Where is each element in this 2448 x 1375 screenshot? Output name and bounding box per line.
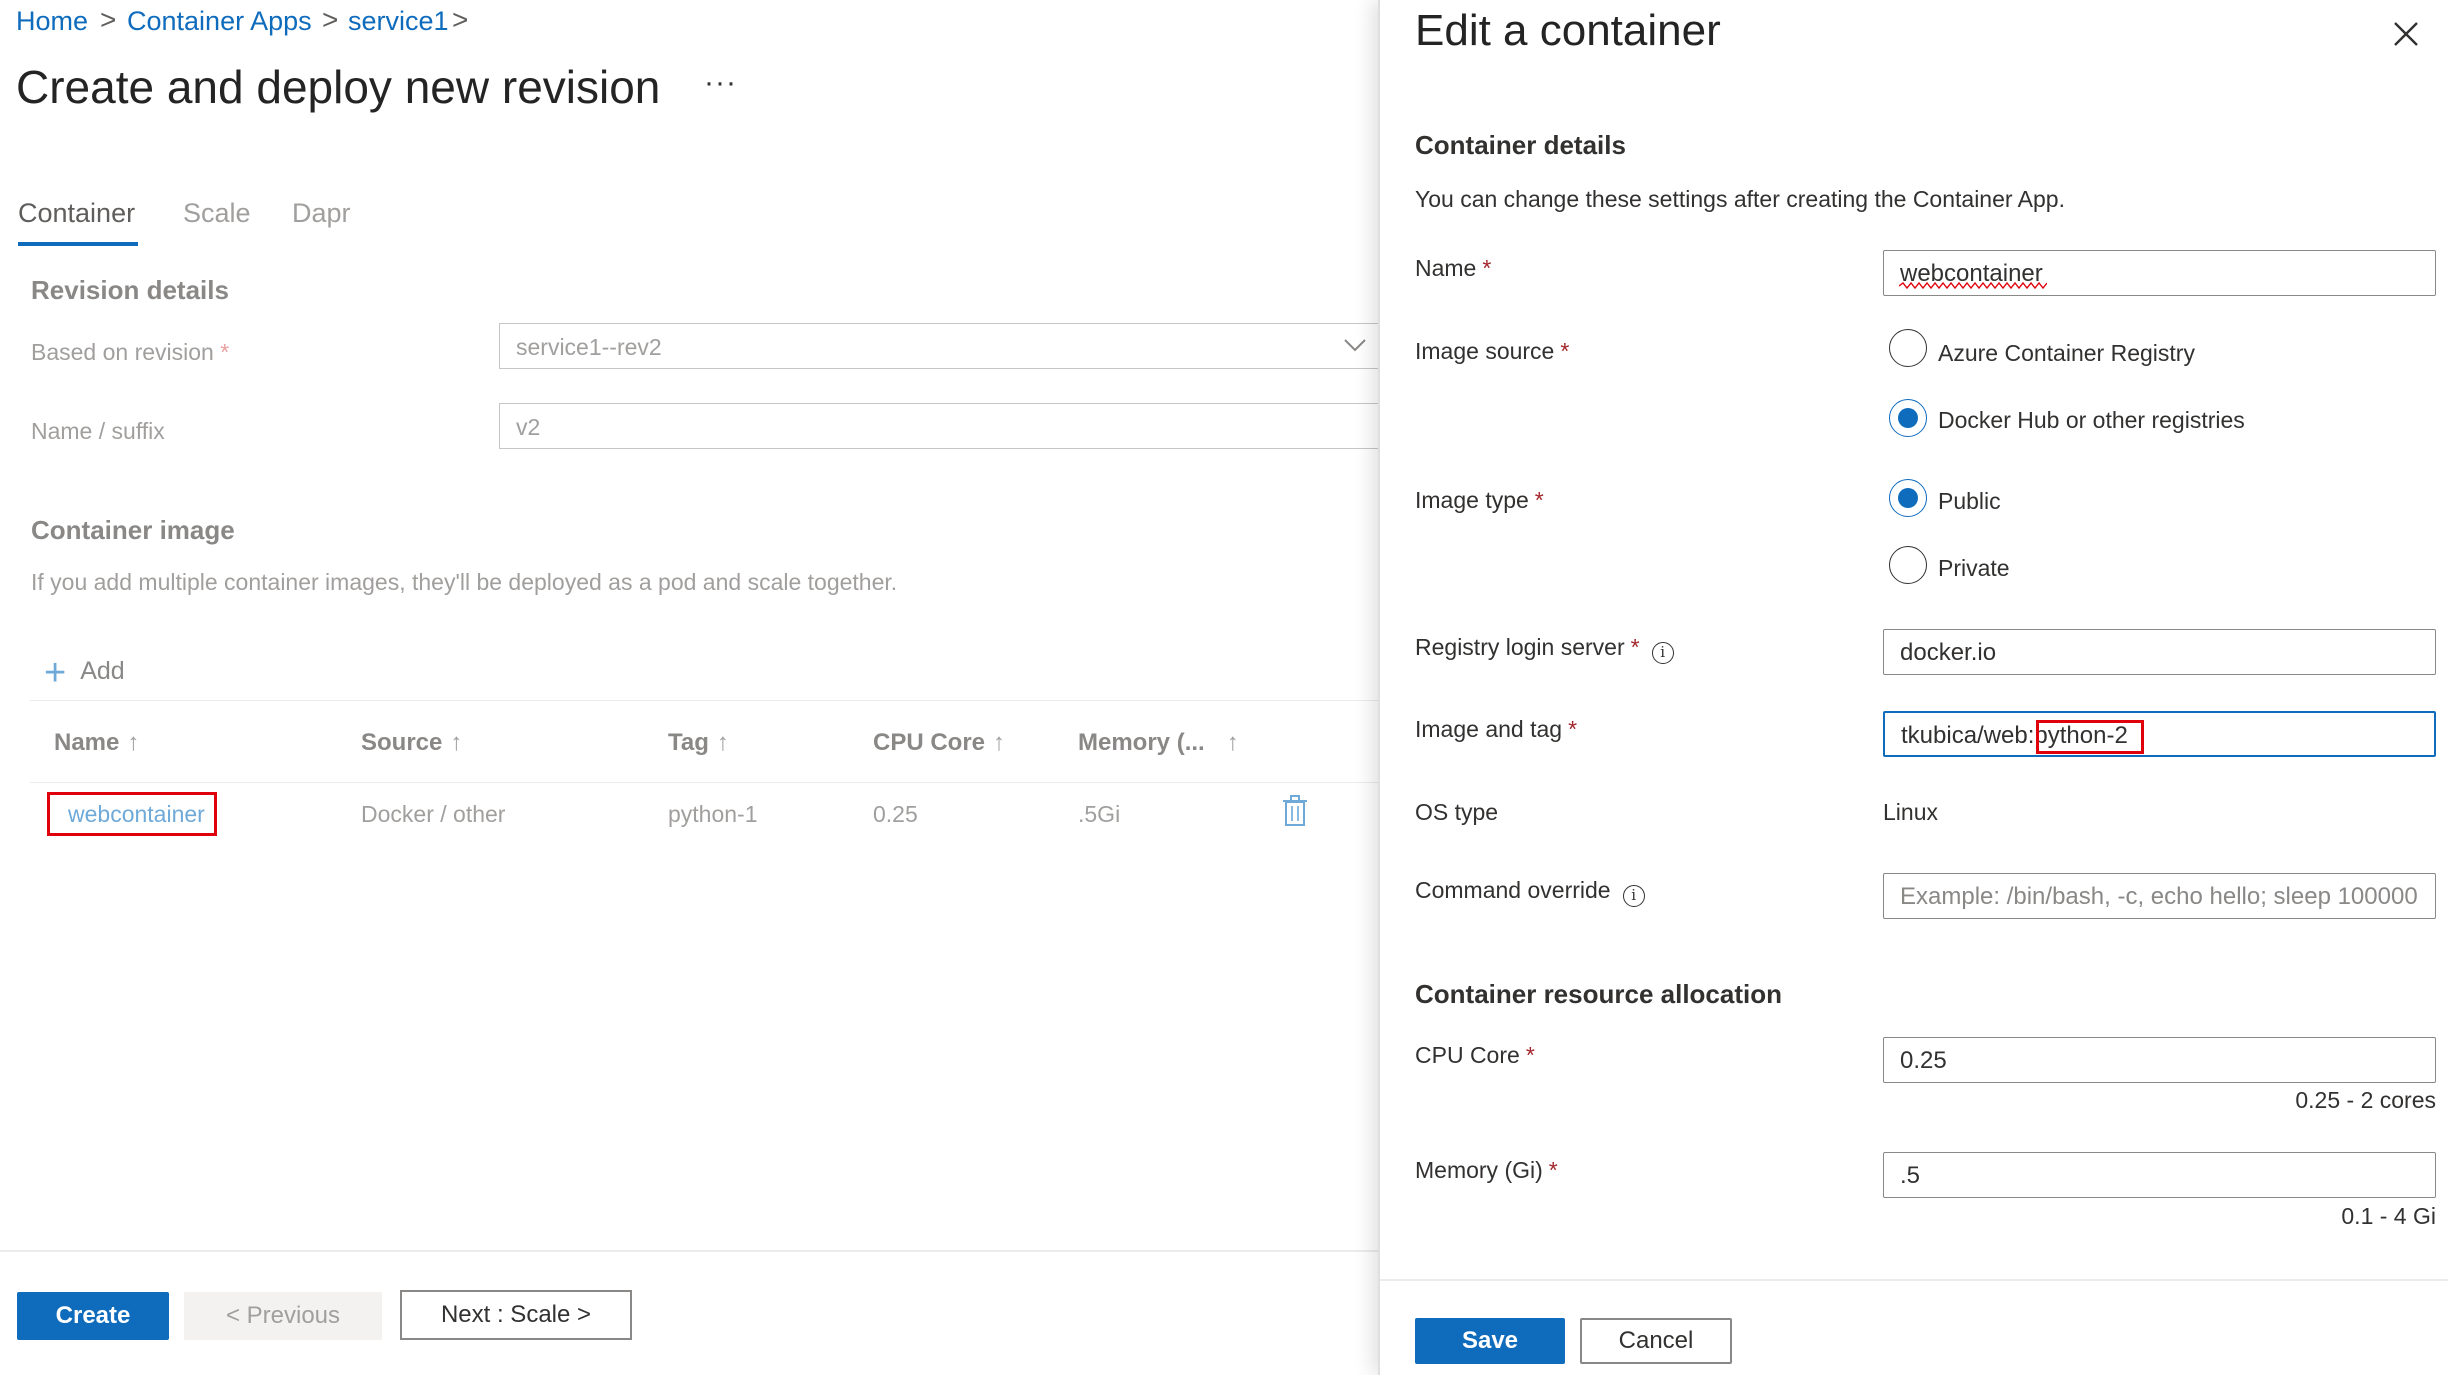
memory-label: Memory (Gi) * — [1415, 1157, 1558, 1183]
sort-arrow-icon: ↑ — [450, 729, 463, 756]
image-type-label: Image type * — [1415, 487, 1544, 513]
radio-label-public[interactable]: Public — [1938, 488, 2001, 515]
cpu-core-input[interactable]: 0.25 — [1883, 1037, 2436, 1083]
table-divider — [30, 782, 1378, 783]
container-memory-cell: .5Gi — [1078, 801, 1121, 827]
revision-details-heading: Revision details — [31, 275, 229, 305]
container-tag-cell: python-1 — [668, 801, 758, 827]
container-cpu-cell: 0.25 — [873, 801, 918, 827]
create-button[interactable]: Create — [17, 1292, 169, 1340]
active-tab-indicator — [18, 242, 138, 246]
radio-public[interactable] — [1889, 479, 1927, 517]
based-on-revision-dropdown[interactable]: service1--rev2 — [499, 323, 1378, 369]
breadcrumb-separator: > — [452, 4, 469, 35]
container-name-link[interactable]: webcontainer — [68, 801, 205, 828]
image-source-label: Image source * — [1415, 338, 1570, 364]
container-details-heading: Container details — [1415, 130, 1626, 160]
radio-private[interactable] — [1889, 546, 1927, 584]
column-header-source[interactable]: Source ↑ — [361, 729, 462, 757]
column-header-tag[interactable]: Tag ↑ — [668, 729, 729, 757]
add-label: Add — [80, 657, 125, 685]
command-override-input[interactable]: Example: /bin/bash, -c, echo hello; slee… — [1883, 873, 2436, 919]
cpu-core-hint: 0.25 - 2 cores — [2295, 1087, 2436, 1113]
resource-allocation-heading: Container resource allocation — [1415, 979, 1782, 1009]
add-container-button[interactable]: + Add — [44, 646, 125, 694]
tab-scale[interactable]: Scale — [183, 198, 251, 229]
radio-label-azure-container-registry[interactable]: Azure Container Registry — [1938, 340, 2195, 367]
cpu-core-label: CPU Core * — [1415, 1042, 1535, 1068]
previous-button[interactable]: < Previous — [184, 1292, 382, 1340]
name-suffix-label: Name / suffix — [31, 418, 165, 444]
page-title: Create and deploy new revision — [16, 61, 661, 113]
radio-docker-hub[interactable] — [1889, 399, 1927, 437]
sort-arrow-icon: ↑ — [993, 729, 1006, 756]
more-options-button[interactable]: ··· — [704, 66, 737, 100]
chevron-down-icon — [1344, 339, 1366, 352]
breadcrumb-service1[interactable]: service1 — [348, 6, 449, 37]
sort-arrow-icon: ↑ — [127, 729, 140, 756]
breadcrumb-container-apps[interactable]: Container Apps — [127, 6, 312, 37]
name-suffix-input[interactable]: v2 — [499, 403, 1378, 449]
column-header-cpu[interactable]: CPU Core ↑ — [873, 729, 1005, 757]
save-button[interactable]: Save — [1415, 1318, 1565, 1364]
column-header-name[interactable]: Name ↑ — [54, 729, 139, 757]
container-source-cell: Docker / other — [361, 801, 506, 827]
info-icon[interactable]: i — [1622, 885, 1645, 907]
next-scale-button[interactable]: Next : Scale > — [400, 1290, 632, 1340]
image-and-tag-input[interactable]: tkubica/web:python-2 — [1883, 711, 2436, 757]
container-details-note: You can change these settings after crea… — [1415, 186, 2065, 212]
breadcrumb-home[interactable]: Home — [16, 6, 88, 37]
close-icon[interactable] — [2392, 20, 2420, 48]
registry-login-server-input[interactable]: docker.io — [1883, 629, 2436, 675]
image-and-tag-label: Image and tag * — [1415, 716, 1578, 742]
tab-dapr[interactable]: Dapr — [292, 198, 351, 229]
sort-arrow-icon: ↑ — [1226, 729, 1239, 756]
os-type-label: OS type — [1415, 799, 1499, 825]
based-on-revision-value: service1--rev2 — [516, 334, 662, 360]
command-override-label: Command override i — [1415, 877, 1645, 907]
info-icon[interactable]: i — [1651, 642, 1674, 664]
panel-title: Edit a container — [1415, 6, 1721, 55]
tab-container[interactable]: Container — [18, 198, 135, 229]
container-image-description: If you add multiple container images, th… — [31, 569, 898, 595]
radio-azure-container-registry[interactable] — [1889, 329, 1927, 367]
breadcrumb-separator: > — [100, 4, 117, 35]
radio-label-docker-hub[interactable]: Docker Hub or other registries — [1938, 407, 2245, 434]
os-type-value: Linux — [1883, 799, 1938, 825]
registry-login-server-label: Registry login server * i — [1415, 634, 1674, 664]
container-image-heading: Container image — [31, 515, 235, 545]
footer-divider — [0, 1250, 1378, 1252]
radio-label-private[interactable]: Private — [1938, 555, 2010, 582]
cancel-button[interactable]: Cancel — [1580, 1318, 1732, 1364]
panel-footer-divider — [1380, 1279, 2448, 1281]
plus-icon: + — [44, 652, 67, 694]
based-on-revision-label: Based on revision * — [31, 339, 230, 365]
table-divider — [30, 700, 1378, 701]
revision-page: Home > Container Apps > service1 > Creat… — [0, 0, 1378, 1375]
column-header-memory[interactable]: Memory (... ↑ — [1078, 729, 1239, 757]
memory-input[interactable]: .5 — [1883, 1152, 2436, 1198]
name-label: Name * — [1415, 255, 1492, 281]
sort-arrow-icon: ↑ — [716, 729, 729, 756]
delete-icon[interactable] — [1282, 795, 1308, 827]
tag-highlight-box — [2036, 720, 2144, 754]
memory-hint: 0.1 - 4 Gi — [2341, 1203, 2436, 1229]
spellcheck-squiggle — [1899, 282, 2047, 290]
breadcrumb-separator: > — [322, 4, 339, 35]
